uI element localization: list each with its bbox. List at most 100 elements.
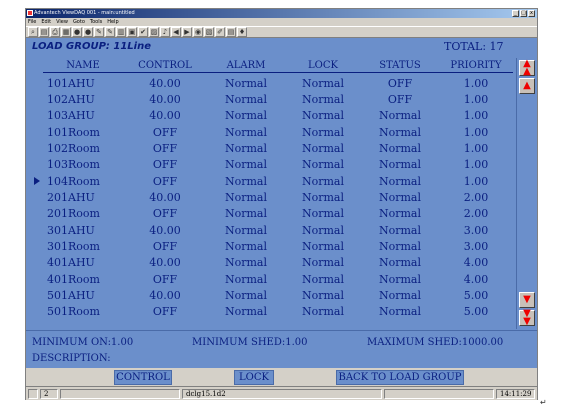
minimize-button[interactable]: _ xyxy=(512,10,519,17)
minimum-shed-value: MINIMUM SHED:1.00 xyxy=(192,337,308,348)
table-row[interactable]: 401AHU 40.00 Normal Normal Normal 4.00 xyxy=(43,255,513,271)
cell-priority: 4.00 xyxy=(463,256,489,270)
app-icon xyxy=(27,10,33,16)
cell-alarm: Normal xyxy=(224,223,267,237)
cell-control: 40.00 xyxy=(149,76,181,90)
save-icon[interactable]: ▤ xyxy=(39,27,49,37)
load-group-panel: LOAD GROUP: 11Line TOTAL: 17 NAME CONTRO… xyxy=(26,38,537,386)
close-button[interactable]: x xyxy=(528,10,535,17)
menu-goto[interactable]: Goto xyxy=(73,18,85,26)
vertical-scrollbar[interactable]: ▲ ▲ ▲ ▼ ▼ ▼ xyxy=(516,58,536,329)
status-cell-empty xyxy=(60,389,180,399)
app-window: Advantech ViewDAQ 001 - main:untitled _ … xyxy=(25,8,538,400)
table-row[interactable]: 501AHU 40.00 Normal Normal Normal 5.00 xyxy=(43,287,513,303)
lock-button[interactable]: LOCK xyxy=(234,370,274,385)
table-row[interactable]: 101Room OFF Normal Normal Normal 1.00 xyxy=(43,124,513,140)
edit-icon[interactable]: ✎ xyxy=(105,27,115,37)
cell-control: OFF xyxy=(152,174,178,188)
scroll-top-button[interactable]: ▲ ▲ xyxy=(519,59,535,77)
table-row[interactable]: 201AHU 40.00 Normal Normal Normal 2.00 xyxy=(43,189,513,205)
print-icon[interactable]: ⎙ xyxy=(50,27,60,37)
maximize-button[interactable]: □ xyxy=(520,10,527,17)
table-row[interactable]: 101AHU 40.00 Normal Normal OFF 1.00 xyxy=(43,75,513,91)
cell-name: 501AHU xyxy=(47,288,95,302)
cell-alarm: Normal xyxy=(224,158,267,172)
action-bar: CONTROL LOCK BACK TO LOAD GROUP xyxy=(26,368,537,386)
cell-lock: Normal xyxy=(301,174,344,188)
check-icon[interactable]: ✔ xyxy=(138,27,148,37)
cell-control: 40.00 xyxy=(149,288,181,302)
column-header-priority: PRIORITY xyxy=(439,59,513,73)
stop-icon[interactable]: ● xyxy=(72,27,82,37)
cell-lock: Normal xyxy=(301,288,344,302)
cell-control: 40.00 xyxy=(149,223,181,237)
record-icon[interactable]: ● xyxy=(83,27,93,37)
chart-icon[interactable]: ▦ xyxy=(61,27,71,37)
cell-lock: Normal xyxy=(301,158,344,172)
menu-help[interactable]: Help xyxy=(107,18,118,26)
table-row[interactable]: 201Room OFF Normal Normal Normal 2.00 xyxy=(43,206,513,222)
cell-priority: 2.00 xyxy=(463,207,489,221)
cell-priority: 1.00 xyxy=(463,125,489,139)
cell-priority: 4.00 xyxy=(463,272,489,286)
image-icon[interactable]: ▣ xyxy=(127,27,137,37)
scroll-bottom-button[interactable]: ▼ ▼ xyxy=(519,309,535,327)
back-icon[interactable]: ◀ xyxy=(171,27,181,37)
table-row[interactable]: 103AHU 40.00 Normal Normal Normal 1.00 xyxy=(43,108,513,124)
menu-tools[interactable]: Tools xyxy=(90,18,102,26)
table-row[interactable]: 102Room OFF Normal Normal Normal 1.00 xyxy=(43,140,513,156)
scroll-up-button[interactable]: ▲ xyxy=(519,78,535,94)
column-header-lock: LOCK xyxy=(285,59,361,73)
scroll-down-button[interactable]: ▼ xyxy=(519,292,535,308)
search-icon[interactable]: ⌕ xyxy=(28,27,38,37)
cell-alarm: Normal xyxy=(224,125,267,139)
doc-icon[interactable]: ▧ xyxy=(204,27,214,37)
alarm-icon[interactable]: ♪ xyxy=(160,27,170,37)
cell-alarm: Normal xyxy=(224,305,267,319)
cell-status: Normal xyxy=(378,223,421,237)
column-header-alarm: ALARM xyxy=(207,59,285,73)
paint-icon[interactable]: ▨ xyxy=(149,27,159,37)
pen-icon[interactable]: ✐ xyxy=(215,27,225,37)
cell-status: Normal xyxy=(378,239,421,253)
cell-control: 40.00 xyxy=(149,92,181,106)
cell-priority: 5.00 xyxy=(463,305,489,319)
status-cell-blank xyxy=(28,389,38,399)
list-icon[interactable]: ▤ xyxy=(226,27,236,37)
menu-file[interactable]: File xyxy=(28,18,36,26)
tools-icon[interactable]: ✎ xyxy=(94,27,104,37)
table-row[interactable]: 103Room OFF Normal Normal Normal 1.00 xyxy=(43,157,513,173)
column-header-status: STATUS xyxy=(361,59,439,73)
cell-status: Normal xyxy=(378,174,421,188)
table-row[interactable]: 301AHU 40.00 Normal Normal Normal 3.00 xyxy=(43,222,513,238)
control-button[interactable]: CONTROL xyxy=(114,370,172,385)
description-label: DESCRIPTION: xyxy=(32,353,111,364)
help-icon[interactable]: ♦ xyxy=(237,27,247,37)
table-row[interactable]: 102AHU 40.00 Normal Normal OFF 1.00 xyxy=(43,91,513,107)
cell-lock: Normal xyxy=(301,109,344,123)
cell-alarm: Normal xyxy=(224,190,267,204)
table-row[interactable]: 104Room OFF Normal Normal Normal 1.00 xyxy=(43,173,513,189)
cell-alarm: Normal xyxy=(224,141,267,155)
cell-status: Normal xyxy=(378,207,421,221)
database-icon[interactable]: ▥ xyxy=(116,27,126,37)
window-title: Advantech ViewDAQ 001 - main:untitled xyxy=(34,10,135,16)
table-row[interactable]: 401Room OFF Normal Normal Normal 4.00 xyxy=(43,271,513,287)
back-to-load-group-button[interactable]: BACK TO LOAD GROUP xyxy=(336,370,464,385)
cell-status: Normal xyxy=(378,272,421,286)
forward-icon[interactable]: ▶ xyxy=(182,27,192,37)
cell-lock: Normal xyxy=(301,207,344,221)
table-row[interactable]: 501Room OFF Normal Normal Normal 5.00 xyxy=(43,304,513,320)
table-row[interactable]: 301Room OFF Normal Normal Normal 3.00 xyxy=(43,238,513,254)
cell-control: OFF xyxy=(152,239,178,253)
load-group-title: LOAD GROUP: 11Line xyxy=(32,41,151,52)
toolbar: ⌕ ▤ ⎙ ▦ ● ● ✎ ✎ ▥ ▣ ✔ ▨ ♪ ◀ ▶ ◉ ▧ ✐ ▤ ♦ xyxy=(26,26,537,38)
cell-lock: Normal xyxy=(301,256,344,270)
cell-name: 401AHU xyxy=(47,256,95,270)
cell-lock: Normal xyxy=(301,141,344,155)
menu-view[interactable]: View xyxy=(56,18,68,26)
globe-icon[interactable]: ◉ xyxy=(193,27,203,37)
menu-edit[interactable]: Edit xyxy=(41,18,51,26)
cell-lock: Normal xyxy=(301,272,344,286)
cell-priority: 3.00 xyxy=(463,239,489,253)
